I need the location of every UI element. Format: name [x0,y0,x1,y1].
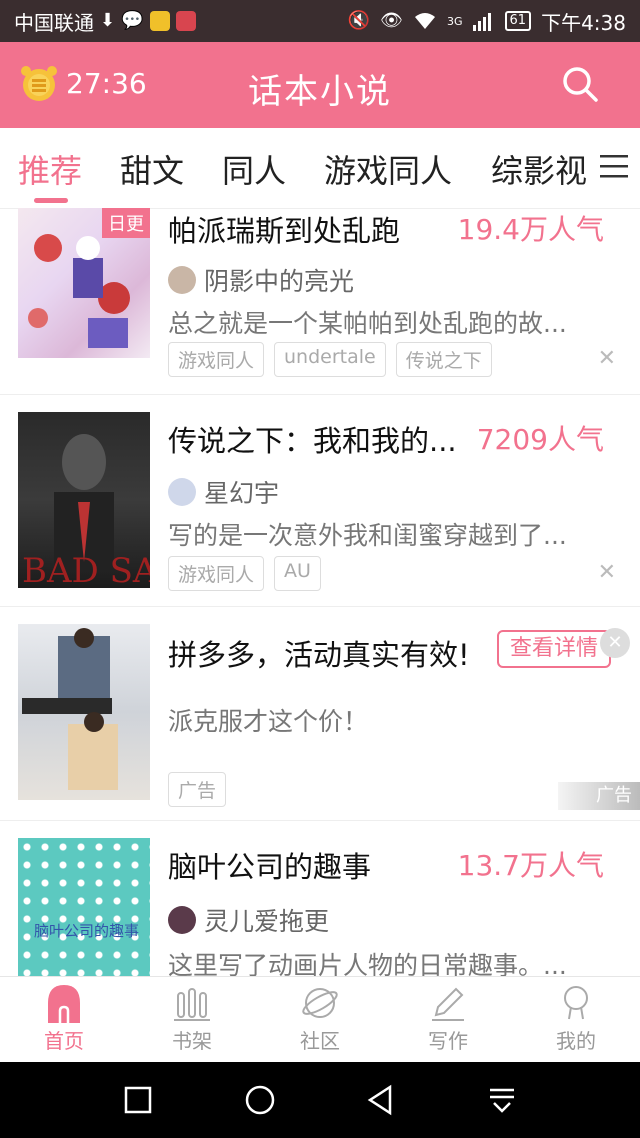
app-notification-icon [149,11,170,31]
tag[interactable]: 游戏同人 [168,342,265,377]
story-title: 脑叶公司的趣事 [168,850,372,884]
ad-label: 广告 [558,782,640,810]
story-card[interactable]: BAD SA 传说之下：我和我的... 7209人气 星幻宇 写的是一次意外我和… [0,394,640,607]
planet-icon [302,988,338,1018]
tab-fanfic[interactable]: 同人 [222,146,286,192]
avatar [168,906,196,934]
nav-label: 首页 [44,1029,84,1053]
cover-illustration: BAD SA [22,434,150,588]
nav-write[interactable]: 写作 [398,983,498,1054]
story-author[interactable]: 灵儿爱拖更 [168,902,329,938]
story-tags: 游戏同人 undertale 传说之下 [168,342,492,377]
nav-label: 书架 [172,1029,212,1053]
story-cover: 脑叶公司的趣事 [18,838,150,976]
nav-home[interactable]: 首页 [14,983,114,1054]
download-icon: ⬇ [100,10,116,31]
story-title: 传说之下：我和我的... [168,424,457,458]
tab-film-tv[interactable]: 综影视 [491,146,587,192]
bottom-navigation: 首页 书架 社区 写作 我的 [0,976,640,1063]
nav-label: 我的 [556,1029,596,1053]
story-card[interactable]: 日更 帕派瑞斯到处乱跑 19.4万人气 阴影中的亮光 总之就是一个某帕帕到处乱跑… [0,208,640,395]
dismiss-icon[interactable]: ✕ [598,560,616,585]
story-description: 这里写了动画片人物的日常趣事。... [168,951,567,976]
ad-image [18,624,150,800]
app-notification-icon [175,11,196,31]
story-description: 总之就是一个某帕帕到处乱跑的故... [168,309,567,338]
story-cover: BAD SA [18,412,150,588]
recent-apps-icon[interactable] [120,1082,156,1118]
status-left: 中国联通 ⬇ 💬 [14,0,196,42]
story-popularity: 7209人气 [476,423,604,456]
story-popularity: 13.7万人气 [457,849,604,882]
svg-text:BAD SA: BAD SA [22,551,150,588]
chat-icon: 💬 [121,10,144,31]
story-tags: 游戏同人 AU [168,556,321,591]
story-description: 写的是一次意外我和闺蜜穿越到了... [168,521,567,550]
battery-icon: 61 [504,11,532,31]
status-bar: 中国联通 ⬇ 💬 🔇 👁 3G 61 下午4:38 [0,0,640,42]
nav-profile[interactable]: 我的 [526,983,626,1054]
nav-label: 写作 [428,1029,468,1053]
search-icon[interactable] [560,64,600,104]
author-name: 星幻宇 [204,479,280,508]
nav-community[interactable]: 社区 [270,983,370,1054]
wifi-icon [415,13,435,29]
bookshelf-icon [174,988,210,1021]
story-cover: 日更 [18,208,150,358]
close-ad-icon[interactable]: ✕ [600,628,630,658]
ad-title: 拼多多，活动真实有效! [168,638,470,672]
view-details-button[interactable]: 查看详情 [497,630,611,668]
tab-recommend[interactable]: 推荐 [18,146,82,192]
tag[interactable]: AU [274,556,321,591]
tab-game-fanfic[interactable]: 游戏同人 [324,146,452,192]
nav-bookshelf[interactable]: 书架 [142,983,242,1054]
daily-update-badge: 日更 [102,208,150,238]
profile-icon [564,986,588,1020]
active-tab-indicator [34,198,68,203]
app-title: 话本小说 [248,72,392,112]
status-right: 🔇 👁 3G 61 下午4:38 [348,0,626,42]
avatar [168,266,196,294]
story-title: 帕派瑞斯到处乱跑 [168,214,401,248]
system-navigation-bar [0,1062,640,1138]
author-name: 灵儿爱拖更 [204,907,330,936]
tag[interactable]: undertale [274,342,386,377]
story-feed: 日更 帕派瑞斯到处乱跑 19.4万人气 阴影中的亮光 总之就是一个某帕帕到处乱跑… [0,208,640,976]
avatar [168,478,196,506]
dismiss-icon[interactable]: ✕ [598,346,616,371]
story-popularity: 19.4万人气 [457,213,604,246]
network-type: 3G [447,14,463,28]
svg-text:脑叶公司的趣事: 脑叶公司的趣事 [34,922,139,940]
author-name: 阴影中的亮光 [204,267,355,296]
eye-icon: 👁 [380,10,403,31]
app-bar: 27:36 话本小说 [0,42,640,128]
story-card[interactable]: 脑叶公司的趣事 脑叶公司的趣事 13.7万人气 灵儿爱拖更 这里写了动画片人物的… [0,820,640,976]
pen-icon [432,987,464,1021]
story-author[interactable]: 星幻宇 [168,474,279,510]
tab-sweet[interactable]: 甜文 [120,146,184,192]
home-button-icon[interactable] [242,1082,278,1118]
cover-illustration: 脑叶公司的趣事 [34,922,139,940]
menu-icon[interactable] [598,150,630,182]
carrier-label: 中国联通 [14,10,94,35]
ad-illustration [22,628,118,790]
notification-pull-icon[interactable] [484,1082,520,1118]
ad-tags: 广告 [168,772,227,807]
nav-label: 社区 [300,1029,340,1053]
mute-icon: 🔇 [347,10,371,31]
tag[interactable]: 游戏同人 [168,556,265,591]
signal-icon [472,13,491,31]
ad-description: 派克服才这个价！ [168,707,369,736]
home-icon [48,985,80,1023]
ad-card[interactable]: 拼多多，活动真实有效! 查看详情 ✕ 派克服才这个价！ 广告 广告 [0,606,640,821]
tag[interactable]: 传说之下 [395,342,492,377]
clock: 下午4:38 [541,10,626,35]
ad-tag: 广告 [168,772,227,807]
category-tabs: 推荐 甜文 同人 游戏同人 综影视 [0,128,640,209]
story-author[interactable]: 阴影中的亮光 [168,262,354,298]
back-icon[interactable] [362,1082,398,1118]
